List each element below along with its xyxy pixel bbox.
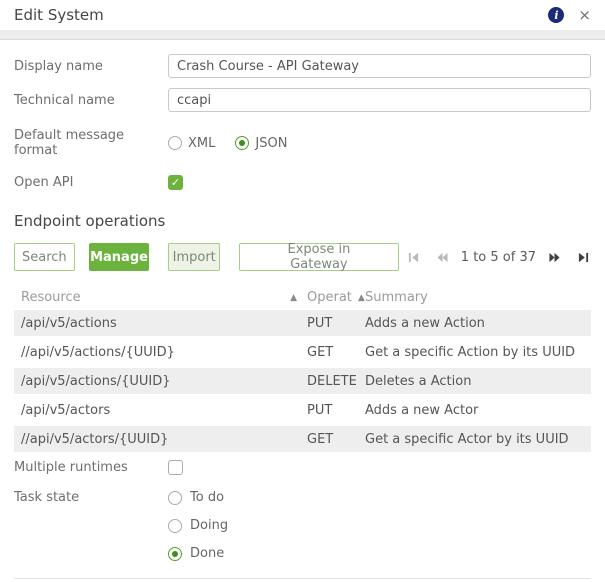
multiple-runtimes-checkbox[interactable]: [168, 460, 183, 475]
open-api-label: Open API: [14, 175, 74, 190]
radio-doing-label: Doing: [190, 518, 229, 533]
first-page-icon[interactable]: [408, 252, 419, 263]
search-button[interactable]: Search: [14, 243, 75, 271]
radio-xml[interactable]: [168, 136, 182, 150]
display-name-label: Display name: [14, 58, 103, 74]
display-name-input[interactable]: [168, 54, 591, 78]
sort-ascending-icon[interactable]: ▲: [358, 293, 365, 303]
cell-operation: DELETE: [307, 373, 357, 389]
cell-operation: PUT: [307, 402, 333, 418]
message-format-label: Default message format: [14, 128, 125, 158]
page-title: Edit System: [14, 6, 104, 24]
next-page-icon[interactable]: [549, 252, 560, 263]
cell-operation: GET: [307, 431, 334, 447]
open-api-row: Open API: [14, 175, 591, 190]
cell-summary: Adds a new Action: [365, 315, 485, 331]
cell-summary: Deletes a Action: [365, 373, 472, 389]
dialog-header: Edit System i ×: [0, 0, 605, 30]
task-state-options: To do Doing Done: [168, 490, 242, 561]
info-icon[interactable]: i: [548, 7, 565, 23]
operations-table: Resource ▲ Operat ▲ Summary /api/v5/acti…: [14, 285, 591, 452]
cell-resource: /api/v5/actors: [21, 402, 111, 418]
multiple-runtimes-label: Multiple runtimes: [14, 460, 128, 475]
dialog-body: Display name Technical name Default mess…: [0, 40, 605, 579]
task-state-label: Task state: [14, 490, 80, 505]
cell-resource: /api/v5/actions/{UUID}: [21, 373, 171, 389]
column-summary[interactable]: Summary: [365, 290, 591, 305]
multiple-runtimes-row: Multiple runtimes: [14, 460, 591, 475]
cell-operation: GET: [307, 344, 334, 360]
operations-toolbar: Search Manage Import Expose in Gateway 1…: [14, 242, 591, 272]
cell-operation: PUT: [307, 315, 333, 331]
pagination-range: 1 to 5 of 37: [460, 249, 536, 265]
technical-name-label: Technical name: [14, 92, 115, 108]
last-page-icon[interactable]: [578, 252, 589, 263]
technical-name-input[interactable]: [168, 88, 591, 112]
table-row[interactable]: /api/v5/actors PUT Adds a new Actor: [14, 397, 591, 423]
message-format-options: XML JSON: [168, 136, 301, 151]
table-row[interactable]: //api/v5/actors/{UUID} GET Get a specifi…: [14, 426, 591, 452]
radio-todo-label: To do: [190, 490, 225, 505]
radio-json-label: JSON: [255, 135, 288, 151]
cell-resource: /api/v5/actions: [21, 315, 117, 331]
radio-done[interactable]: [168, 546, 182, 561]
task-state-row: Task state To do Doing Done: [14, 490, 591, 561]
radio-done-label: Done: [190, 546, 225, 561]
table-row[interactable]: /api/v5/actions/{UUID} DELETE Deletes a …: [14, 368, 591, 394]
sort-ascending-icon[interactable]: ▲: [290, 293, 297, 303]
cell-summary: Get a specific Action by its UUID: [365, 344, 576, 360]
import-button[interactable]: Import: [168, 243, 221, 271]
endpoint-operations-title: Endpoint operations: [14, 212, 166, 230]
expose-in-gateway-button[interactable]: Expose in Gateway: [239, 242, 399, 272]
header-divider: [0, 30, 605, 40]
manage-button[interactable]: Manage: [88, 243, 150, 271]
cell-summary: Get a specific Actor by its UUID: [365, 431, 569, 447]
radio-json[interactable]: [235, 136, 250, 150]
edit-system-dialog: Edit System i × Display name Technical n…: [0, 0, 605, 582]
display-name-row: Display name: [14, 54, 591, 78]
technical-name-row: Technical name: [14, 88, 591, 112]
radio-doing[interactable]: [168, 518, 182, 533]
radio-todo[interactable]: [168, 490, 182, 505]
cell-resource: //api/v5/actions/{UUID}: [21, 344, 175, 360]
table-row[interactable]: /api/v5/actions PUT Adds a new Action: [14, 310, 591, 336]
previous-page-icon[interactable]: [437, 252, 448, 263]
column-operation[interactable]: Operat: [307, 290, 352, 305]
open-api-checkbox[interactable]: [168, 175, 183, 190]
message-format-row: Default message format XML JSON: [14, 128, 591, 158]
cell-resource: //api/v5/actors/{UUID}: [21, 431, 169, 447]
pagination: 1 to 5 of 37: [399, 250, 591, 265]
column-resource[interactable]: Resource: [21, 290, 81, 305]
cell-summary: Adds a new Actor: [365, 402, 479, 418]
radio-xml-label: XML: [188, 135, 216, 151]
close-icon[interactable]: ×: [578, 7, 591, 23]
table-row[interactable]: //api/v5/actions/{UUID} GET Get a specif…: [14, 339, 591, 365]
table-header: Resource ▲ Operat ▲ Summary: [14, 285, 591, 310]
